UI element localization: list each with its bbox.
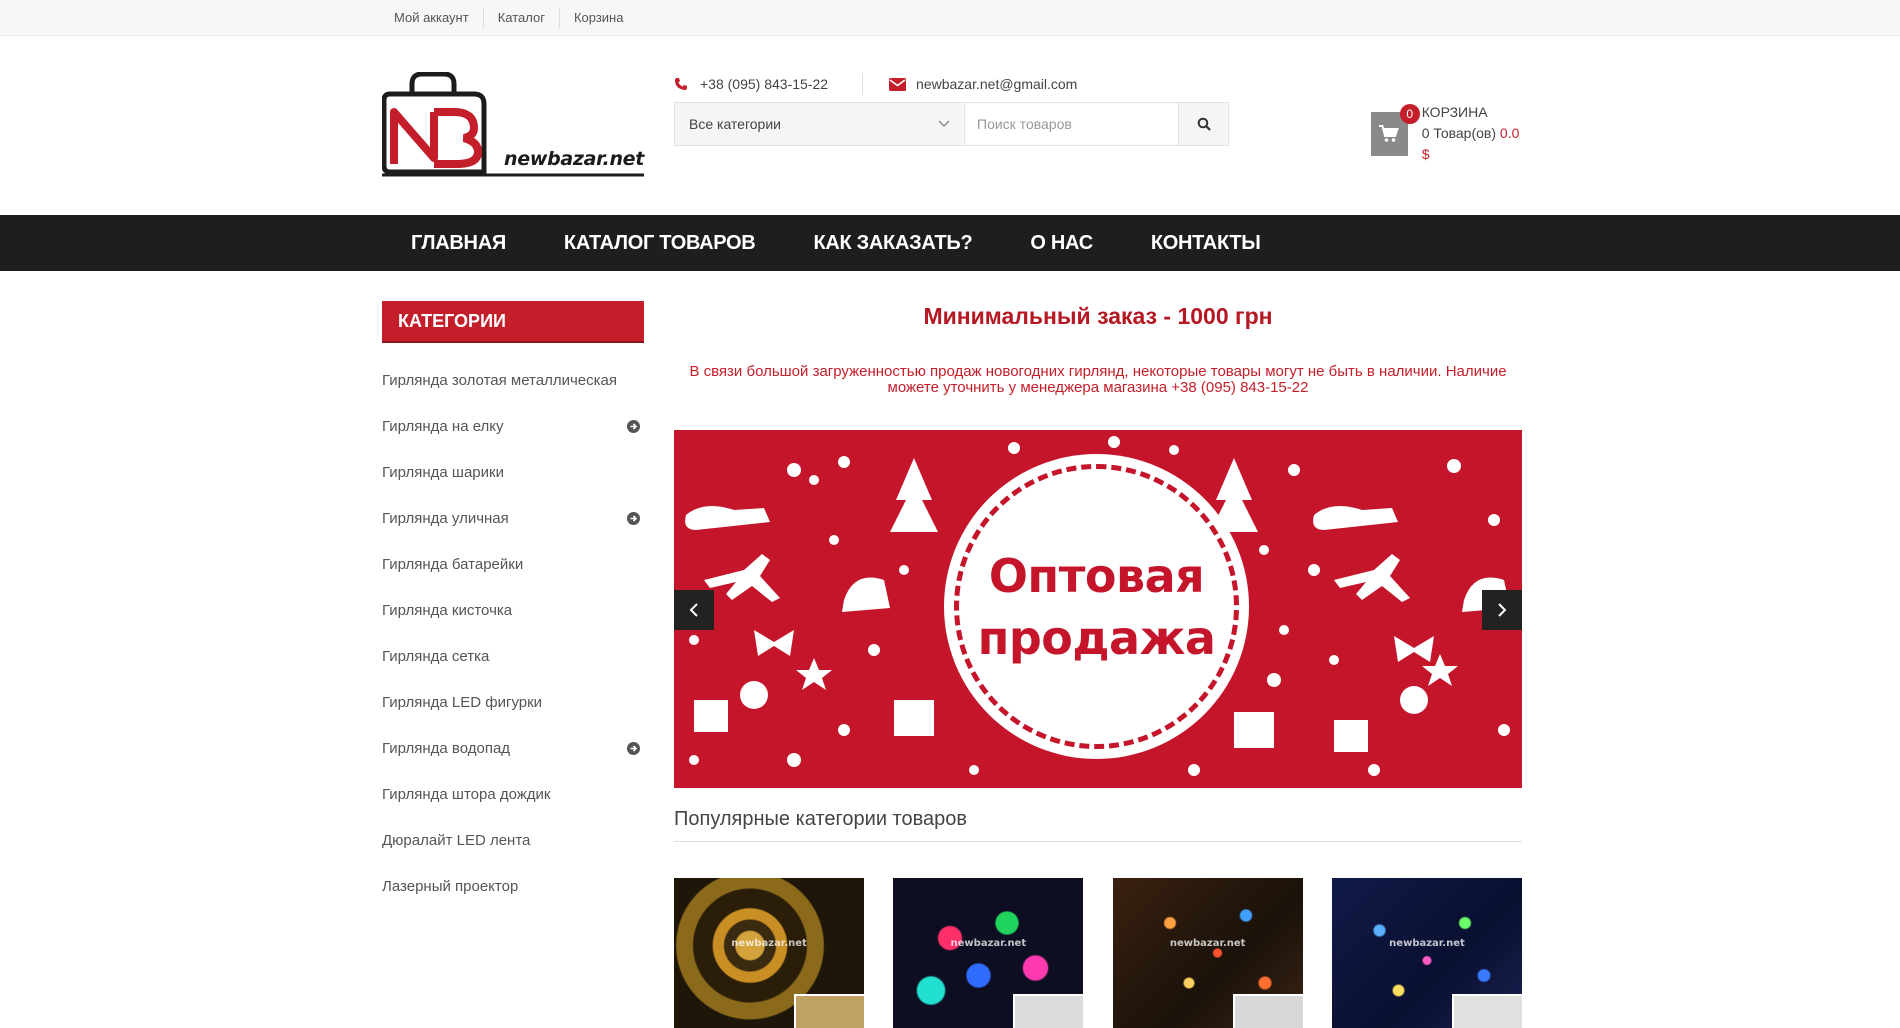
nav-item-how-to-order[interactable]: КАК ЗАКАЗАТЬ? [784,232,1001,255]
category-item-label: Лазерный проектор [382,877,519,895]
category-select[interactable]: Все категории [675,103,965,145]
nav-item-catalog[interactable]: КАТАЛОГ ТОВАРОВ [535,232,785,255]
category-item-label: Гирлянда водопад [382,739,511,757]
banner-line-2: продажа [977,610,1216,665]
cart-title: КОРЗИНА [1421,104,1488,120]
nav-menu: ГЛАВНАЯ КАТАЛОГ ТОВАРОВ КАК ЗАКАЗАТЬ? О … [382,215,1522,271]
category-item-label: Гирлянда уличная [382,509,509,527]
popular-products: newbazar.net newbazar.net newbazar.net n… [674,878,1522,1028]
nav-item-home[interactable]: ГЛАВНАЯ [382,232,535,255]
top-link-account[interactable]: Мой аккаунт [382,8,483,28]
category-item[interactable]: Гирлянда уличная [382,495,644,541]
chevron-left-icon [689,603,698,617]
nav-item-contacts[interactable]: КОНТАКТЫ [1122,232,1290,255]
site-logo[interactable]: newbazar.net [381,71,646,180]
cart-button[interactable]: 0 [1371,103,1420,156]
chevron-down-icon [938,120,950,128]
product-thumb [1451,994,1522,1028]
phone-icon [675,78,687,90]
banner-circle: Оптовая продажа [944,454,1249,759]
chevron-right-icon [1498,603,1507,617]
slider-next-button[interactable] [1482,590,1522,630]
search-input[interactable] [965,103,1178,145]
top-bar: Мой аккаунт Каталог Корзина [0,0,1900,36]
search-button[interactable] [1178,103,1228,145]
promo-banner[interactable]: Оптовая продажа [674,430,1522,788]
product-thumb [1013,994,1084,1028]
contact-divider [862,73,864,95]
product-thumb [1232,994,1303,1028]
shopping-cart-icon [1379,124,1400,142]
email-contact: newbazar.net@gmail.com [889,76,1077,92]
top-links: Мой аккаунт Каталог Корзина [382,0,1522,36]
banner-line-1: Оптовая [988,548,1205,603]
category-list: Гирлянда золотая металлическая Гирлянда н… [382,357,644,909]
category-item[interactable]: Гирлянда кисточка [382,587,644,633]
expand-arrow-icon[interactable] [627,511,640,525]
category-item-label: Гирлянда на елку [382,417,504,435]
category-item-label: Дюралайт LED лента [382,831,531,849]
category-item[interactable]: Гирлянда батарейки [382,541,644,587]
main-area: КАТЕГОРИИ Гирлянда золотая металлическая… [382,271,1522,1028]
category-item[interactable]: Гирлянда сетка [382,633,644,679]
category-item-label: Гирлянда шарики [382,463,504,481]
main-nav: ГЛАВНАЯ КАТАЛОГ ТОВАРОВ КАК ЗАКАЗАТЬ? О … [0,215,1900,271]
category-item-label: Гирлянда штора дождик [382,785,551,803]
category-item-label: Гирлянда кисточка [382,601,513,619]
nav-item-about[interactable]: О НАС [1001,232,1121,255]
category-item[interactable]: Гирлянда золотая металлическая [382,357,644,403]
cart-summary: КОРЗИНА 0 Товар(ов) 0.0 $ [1422,102,1522,165]
cart-widget[interactable]: 0 КОРЗИНА 0 Товар(ов) 0.0 $ [1371,102,1522,165]
category-item[interactable]: Гирлянда на елку [382,403,644,449]
stock-notice: В связи большой загруженностью продаж но… [689,363,1507,396]
sidebar-title: КАТЕГОРИИ [382,301,644,343]
top-link-catalog[interactable]: Каталог [482,8,559,28]
categories-sidebar: КАТЕГОРИИ Гирлянда золотая металлическая… [382,301,644,909]
category-item[interactable]: Гирлянда шарики [382,449,644,495]
category-item[interactable]: Дюралайт LED лента [382,817,644,863]
category-item[interactable]: Гирлянда LED фигурки [382,679,644,725]
product-card[interactable]: newbazar.net [1331,878,1522,1028]
banner-circle-inner: Оптовая продажа [954,464,1239,749]
min-order-heading: Минимальный заказ - 1000 грн [923,303,1273,329]
phone-contact: +38 (095) 843-15-22 [674,76,828,92]
header: newbazar.net +38 (095) 843-15-22 newbaza… [381,36,1522,215]
expand-arrow-icon[interactable] [627,741,640,755]
product-watermark: newbazar.net [731,938,807,949]
slider-prev-button[interactable] [674,590,714,630]
product-thumb [794,994,864,1028]
product-card[interactable]: newbazar.net [1112,878,1303,1028]
popular-categories-title: Популярные категории товаров [674,808,1522,842]
category-item-label: Гирлянда LED фигурки [382,693,543,711]
top-link-cart[interactable]: Корзина [558,8,638,28]
product-watermark: newbazar.net [1389,938,1465,949]
cart-count-badge: 0 [1399,103,1420,124]
category-item[interactable]: Гирлянда водопад [382,725,644,771]
expand-arrow-icon[interactable] [627,419,640,433]
category-item-label: Гирлянда сетка [382,647,490,665]
search-bar: Все категории [674,102,1229,146]
product-watermark: newbazar.net [1169,938,1246,949]
category-item[interactable]: Лазерный проектор [382,863,644,909]
product-watermark: newbazar.net [950,938,1027,949]
contacts: +38 (095) 843-15-22 newbazar.net@gmail.c… [674,73,1077,95]
category-item-label: Гирлянда батарейки [382,555,524,573]
main-content: Минимальный заказ - 1000 грн В связи бол… [674,301,1522,1028]
product-card[interactable]: newbazar.net [674,878,864,1028]
cart-items: 0 Товар(ов) [1421,125,1497,141]
search-icon [1197,117,1211,131]
category-item[interactable]: Гирлянда штора дождик [382,771,644,817]
email-address[interactable]: newbazar.net@gmail.com [916,76,1077,92]
envelope-icon [889,77,907,91]
product-card[interactable]: newbazar.net [893,878,1084,1028]
category-select-value: Все категории [689,116,781,132]
phone-number[interactable]: +38 (095) 843-15-22 [700,76,828,92]
category-item-label: Гирлянда золотая металлическая [382,371,617,389]
logo-text: newbazar.net [504,148,645,170]
